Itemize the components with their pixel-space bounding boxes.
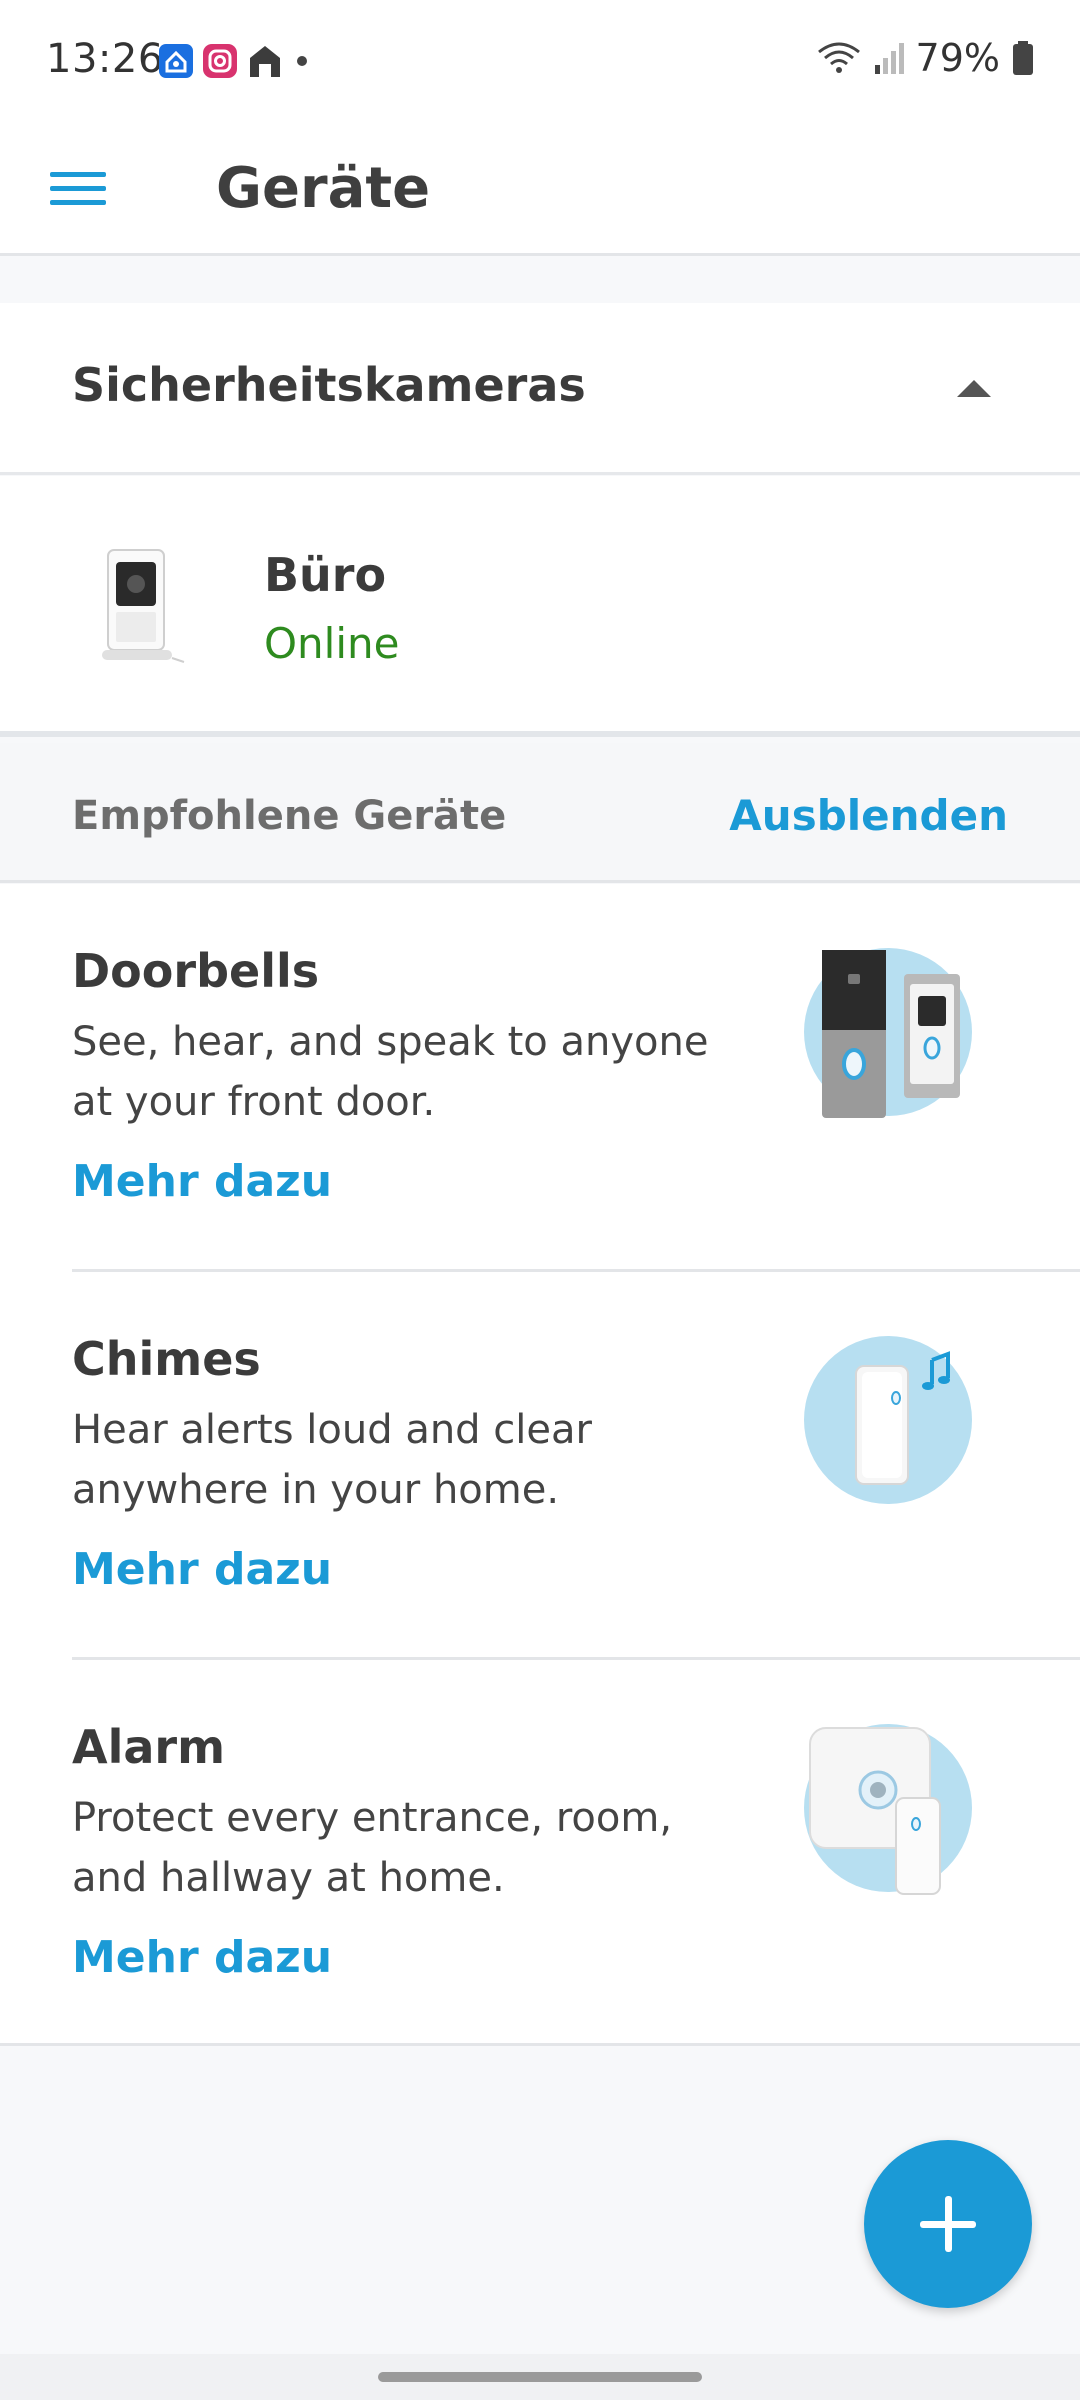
device-status: Online bbox=[264, 619, 400, 668]
device-name: Büro bbox=[264, 548, 387, 602]
doorbell-illustration bbox=[804, 948, 972, 1118]
section-header-security-cameras[interactable]: Sicherheitskameras bbox=[0, 303, 1080, 475]
recommended-item-name: Doorbells bbox=[72, 944, 320, 998]
caret-up-icon bbox=[957, 380, 991, 397]
ring-home-icon bbox=[250, 46, 280, 77]
instagram-icon bbox=[203, 44, 237, 78]
add-device-button[interactable] bbox=[864, 2140, 1032, 2308]
learn-more-link-doorbells[interactable]: Mehr dazu bbox=[72, 1156, 332, 1207]
section-title: Sicherheitskameras bbox=[72, 358, 586, 412]
recommended-item-name: Chimes bbox=[72, 1332, 261, 1386]
recommended-item-name: Alarm bbox=[72, 1720, 226, 1774]
list-item-chimes: Chimes Hear alerts loud and clear anywhe… bbox=[0, 1272, 1080, 1660]
learn-more-link-alarm[interactable]: Mehr dazu bbox=[72, 1932, 332, 1983]
battery-percent: 79% bbox=[915, 36, 1000, 80]
signal-icon bbox=[874, 43, 904, 74]
status-time: 13:26 bbox=[46, 36, 164, 82]
list-item-doorbells: Doorbells See, hear, and speak to anyone… bbox=[0, 884, 1080, 1272]
learn-more-link-chimes[interactable]: Mehr dazu bbox=[72, 1544, 332, 1595]
wifi-icon bbox=[817, 42, 860, 73]
recommended-title: Empfohlene Geräte bbox=[72, 793, 507, 839]
status-bar: 13:26 79% bbox=[0, 0, 1080, 120]
recommended-item-description: See, hear, and speak to anyone at your f… bbox=[72, 1019, 709, 1125]
recommended-item-description: Protect every entrance, room, and hallwa… bbox=[72, 1795, 673, 1901]
notification-dot-icon bbox=[297, 56, 307, 66]
navigation-bar bbox=[0, 2354, 1080, 2400]
alarm-illustration bbox=[804, 1724, 972, 1895]
hide-recommended-button[interactable]: Ausblenden bbox=[729, 791, 1008, 840]
page-title: Geräte bbox=[216, 156, 431, 221]
list-item-alarm: Alarm Protect every entrance, room, and … bbox=[0, 1660, 1080, 2048]
app-bar: Geräte bbox=[0, 120, 1080, 256]
recommended-item-description: Hear alerts loud and clear anywhere in y… bbox=[72, 1407, 592, 1513]
chime-illustration bbox=[804, 1336, 972, 1504]
indoor-camera-icon bbox=[102, 549, 185, 663]
home-gesture-handle[interactable] bbox=[378, 2372, 702, 2382]
recommended-list: Doorbells See, hear, and speak to anyone… bbox=[0, 884, 1080, 2046]
status-app-icons bbox=[158, 40, 312, 82]
status-system-icons: 79% bbox=[816, 36, 1034, 80]
device-row-buero[interactable]: Büro Online bbox=[0, 476, 1080, 737]
smart-home-icon bbox=[159, 44, 193, 78]
recommended-header: Empfohlene Geräte Ausblenden bbox=[0, 743, 1080, 883]
battery-icon bbox=[1013, 41, 1033, 75]
hamburger-menu-icon[interactable] bbox=[40, 148, 120, 228]
